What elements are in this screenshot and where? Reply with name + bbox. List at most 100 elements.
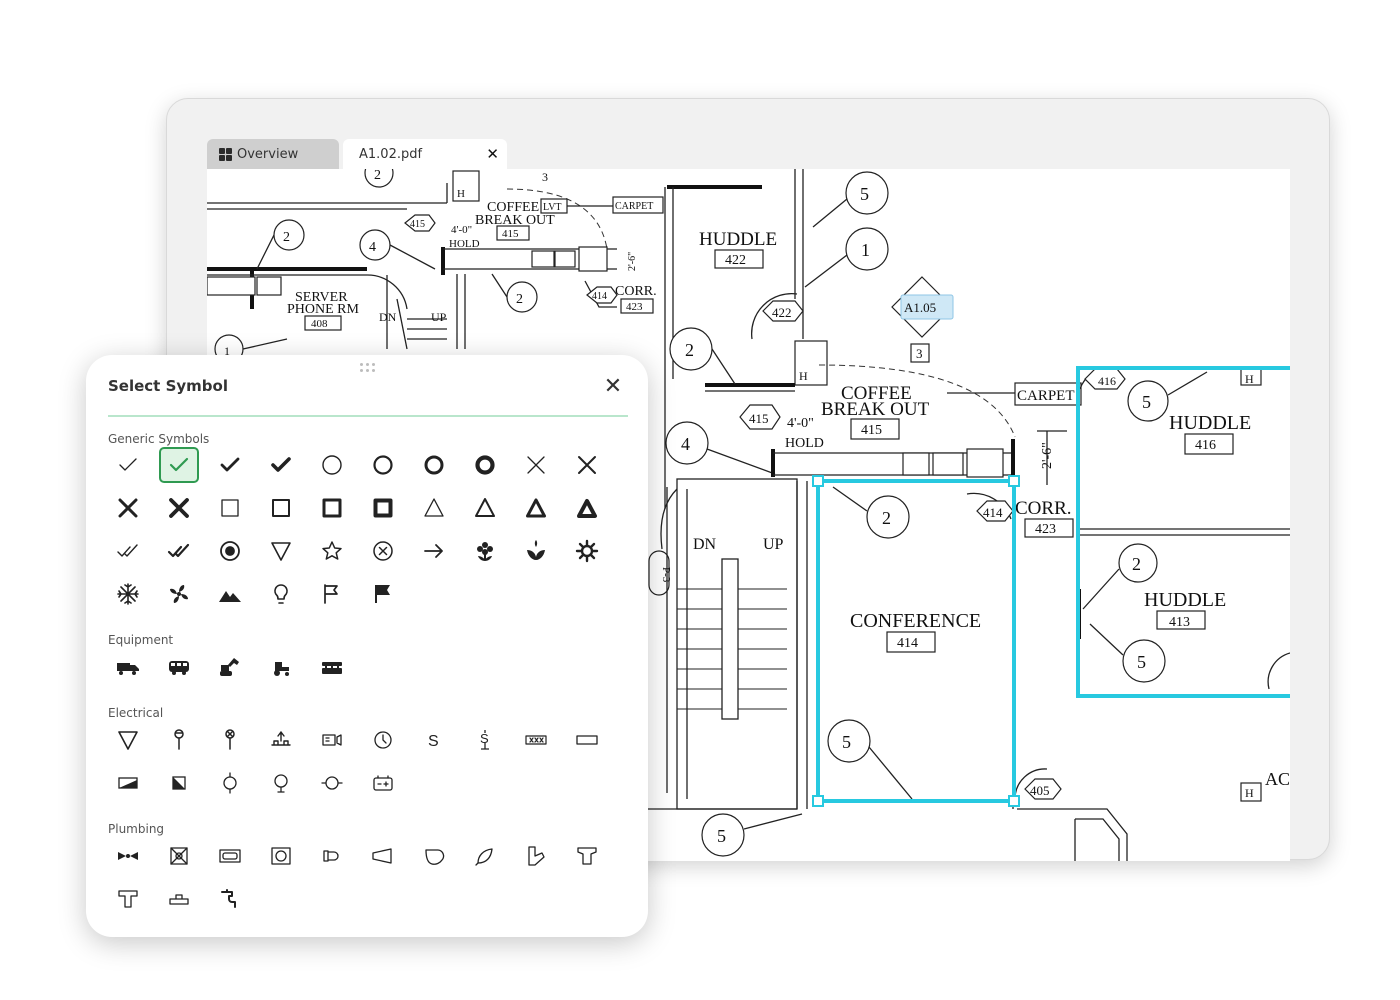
symbol-t-fitting[interactable]	[108, 881, 148, 917]
svg-text:414: 414	[592, 291, 607, 302]
section-label-generic: Generic Symbols	[108, 432, 210, 446]
symbol-clock[interactable]	[363, 722, 403, 758]
symbol-cap-fitting[interactable]	[159, 881, 199, 917]
close-icon[interactable]: ✕	[602, 375, 624, 397]
symbol-outlet-strip[interactable]	[516, 722, 556, 758]
symbol-tractor[interactable]	[261, 649, 301, 685]
drag-handle-icon[interactable]	[360, 363, 376, 373]
sheet-marker[interactable]: A1.05	[904, 300, 936, 315]
symbol-circle-thin[interactable]	[312, 447, 352, 483]
resize-handle[interactable]	[1008, 795, 1020, 807]
symbol-hose-bib[interactable]	[210, 881, 250, 917]
svg-text:414: 414	[897, 636, 918, 651]
symbol-circle-medium[interactable]	[363, 447, 403, 483]
symbol-circle-x[interactable]	[363, 533, 403, 569]
dn-label: DN	[379, 310, 397, 324]
symbol-check-selected[interactable]	[159, 447, 199, 483]
symbol-triangle-bold[interactable]	[516, 490, 556, 526]
symbol-square-medium[interactable]	[261, 490, 301, 526]
tab-file[interactable]: A1.02.pdf ✕	[343, 139, 507, 169]
symbol-pole-light-2[interactable]	[210, 722, 250, 758]
tub-curve-icon	[473, 844, 497, 868]
symbol-x-medium[interactable]	[567, 447, 607, 483]
section-label-equipment: Equipment	[108, 633, 174, 647]
symbol-fire-alarm[interactable]	[312, 722, 352, 758]
toilet-round-icon	[422, 844, 446, 868]
symbol-check-bold[interactable]	[261, 447, 301, 483]
lightbulb-icon	[269, 582, 293, 606]
symbol-double-check-thin[interactable]	[108, 533, 148, 569]
symbol-mountains[interactable]	[210, 576, 250, 612]
symbol-square-diagonal[interactable]	[159, 765, 199, 801]
symbol-boot-fixture[interactable]	[516, 838, 556, 874]
svg-text:4: 4	[369, 240, 376, 255]
close-icon[interactable]: ✕	[486, 145, 499, 163]
symbol-half-filled-rect[interactable]	[108, 765, 148, 801]
symbol-triangle-heavy[interactable]	[567, 490, 607, 526]
symbol-triangle-down[interactable]	[108, 722, 148, 758]
symbol-radio-target[interactable]	[210, 533, 250, 569]
room-number: 408	[311, 318, 328, 330]
symbol-lamp-bulb[interactable]	[261, 765, 301, 801]
svg-text:HOLD: HOLD	[449, 238, 480, 250]
symbol-rect-outline[interactable]	[567, 722, 607, 758]
symbol-flower[interactable]	[465, 533, 505, 569]
symbol-floor-drain[interactable]	[159, 838, 199, 874]
symbol-arrow-right[interactable]	[414, 533, 454, 569]
symbol-snowflake[interactable]	[108, 576, 148, 612]
resize-handle[interactable]	[1008, 475, 1020, 487]
symbol-x-thin[interactable]	[516, 447, 556, 483]
symbol-sink-round[interactable]	[261, 838, 301, 874]
symbol-square-bold[interactable]	[312, 490, 352, 526]
radio-target-icon	[218, 539, 242, 563]
symbol-tee-fitting[interactable]	[567, 838, 607, 874]
symbol-circle-bold[interactable]	[414, 447, 454, 483]
symbol-pole-light[interactable]	[159, 722, 199, 758]
symbol-square-heavy[interactable]	[363, 490, 403, 526]
grid-icon	[219, 147, 232, 161]
svg-text:415: 415	[749, 411, 769, 426]
symbol-lightbulb[interactable]	[261, 576, 301, 612]
svg-text:414: 414	[983, 505, 1003, 520]
clock-icon	[371, 728, 395, 752]
symbol-triangle-down[interactable]	[261, 533, 301, 569]
symbol-check-medium[interactable]	[210, 447, 250, 483]
symbol-flag-outline[interactable]	[312, 576, 352, 612]
symbol-pallet[interactable]	[312, 649, 352, 685]
symbol-bus[interactable]	[159, 649, 199, 685]
symbol-valve[interactable]	[108, 838, 148, 874]
symbol-s-switch[interactable]: S	[414, 722, 454, 758]
symbol-star[interactable]	[312, 533, 352, 569]
symbol-dollar-switch[interactable]: S	[465, 722, 505, 758]
symbol-excavator[interactable]	[210, 649, 250, 685]
symbol-battery[interactable]	[363, 765, 403, 801]
symbol-circle-plus[interactable]	[210, 765, 250, 801]
symbol-gear[interactable]	[567, 533, 607, 569]
symbol-circle-heavy[interactable]	[465, 447, 505, 483]
room-label: CONFERENCE	[850, 610, 981, 632]
symbol-tub-curve[interactable]	[465, 838, 505, 874]
symbol-toilet-round[interactable]	[414, 838, 454, 874]
symbol-triangle-medium[interactable]	[465, 490, 505, 526]
symbol-triangle-thin[interactable]	[414, 490, 454, 526]
symbol-flag-filled[interactable]	[363, 576, 403, 612]
symbol-truck[interactable]	[108, 649, 148, 685]
symbol-diamond-circle[interactable]	[312, 765, 352, 801]
symbol-panel-board[interactable]	[261, 722, 301, 758]
svg-text:2: 2	[516, 292, 523, 307]
tab-overview[interactable]: Overview	[207, 139, 339, 169]
symbol-sink-rect[interactable]	[210, 838, 250, 874]
symbol-sprout[interactable]	[516, 533, 556, 569]
symbol-x-bold[interactable]	[108, 490, 148, 526]
symbol-double-check-bold[interactable]	[159, 533, 199, 569]
symbol-urinal[interactable]	[312, 838, 352, 874]
symbol-x-heavy[interactable]	[159, 490, 199, 526]
symbol-faucet-spout[interactable]	[363, 838, 403, 874]
svg-text:LVT: LVT	[543, 202, 562, 213]
resize-handle[interactable]	[812, 475, 824, 487]
symbol-check-thin[interactable]	[108, 447, 148, 483]
svg-text:422: 422	[725, 253, 746, 268]
resize-handle[interactable]	[812, 795, 824, 807]
symbol-square-thin[interactable]	[210, 490, 250, 526]
symbol-fan[interactable]	[159, 576, 199, 612]
